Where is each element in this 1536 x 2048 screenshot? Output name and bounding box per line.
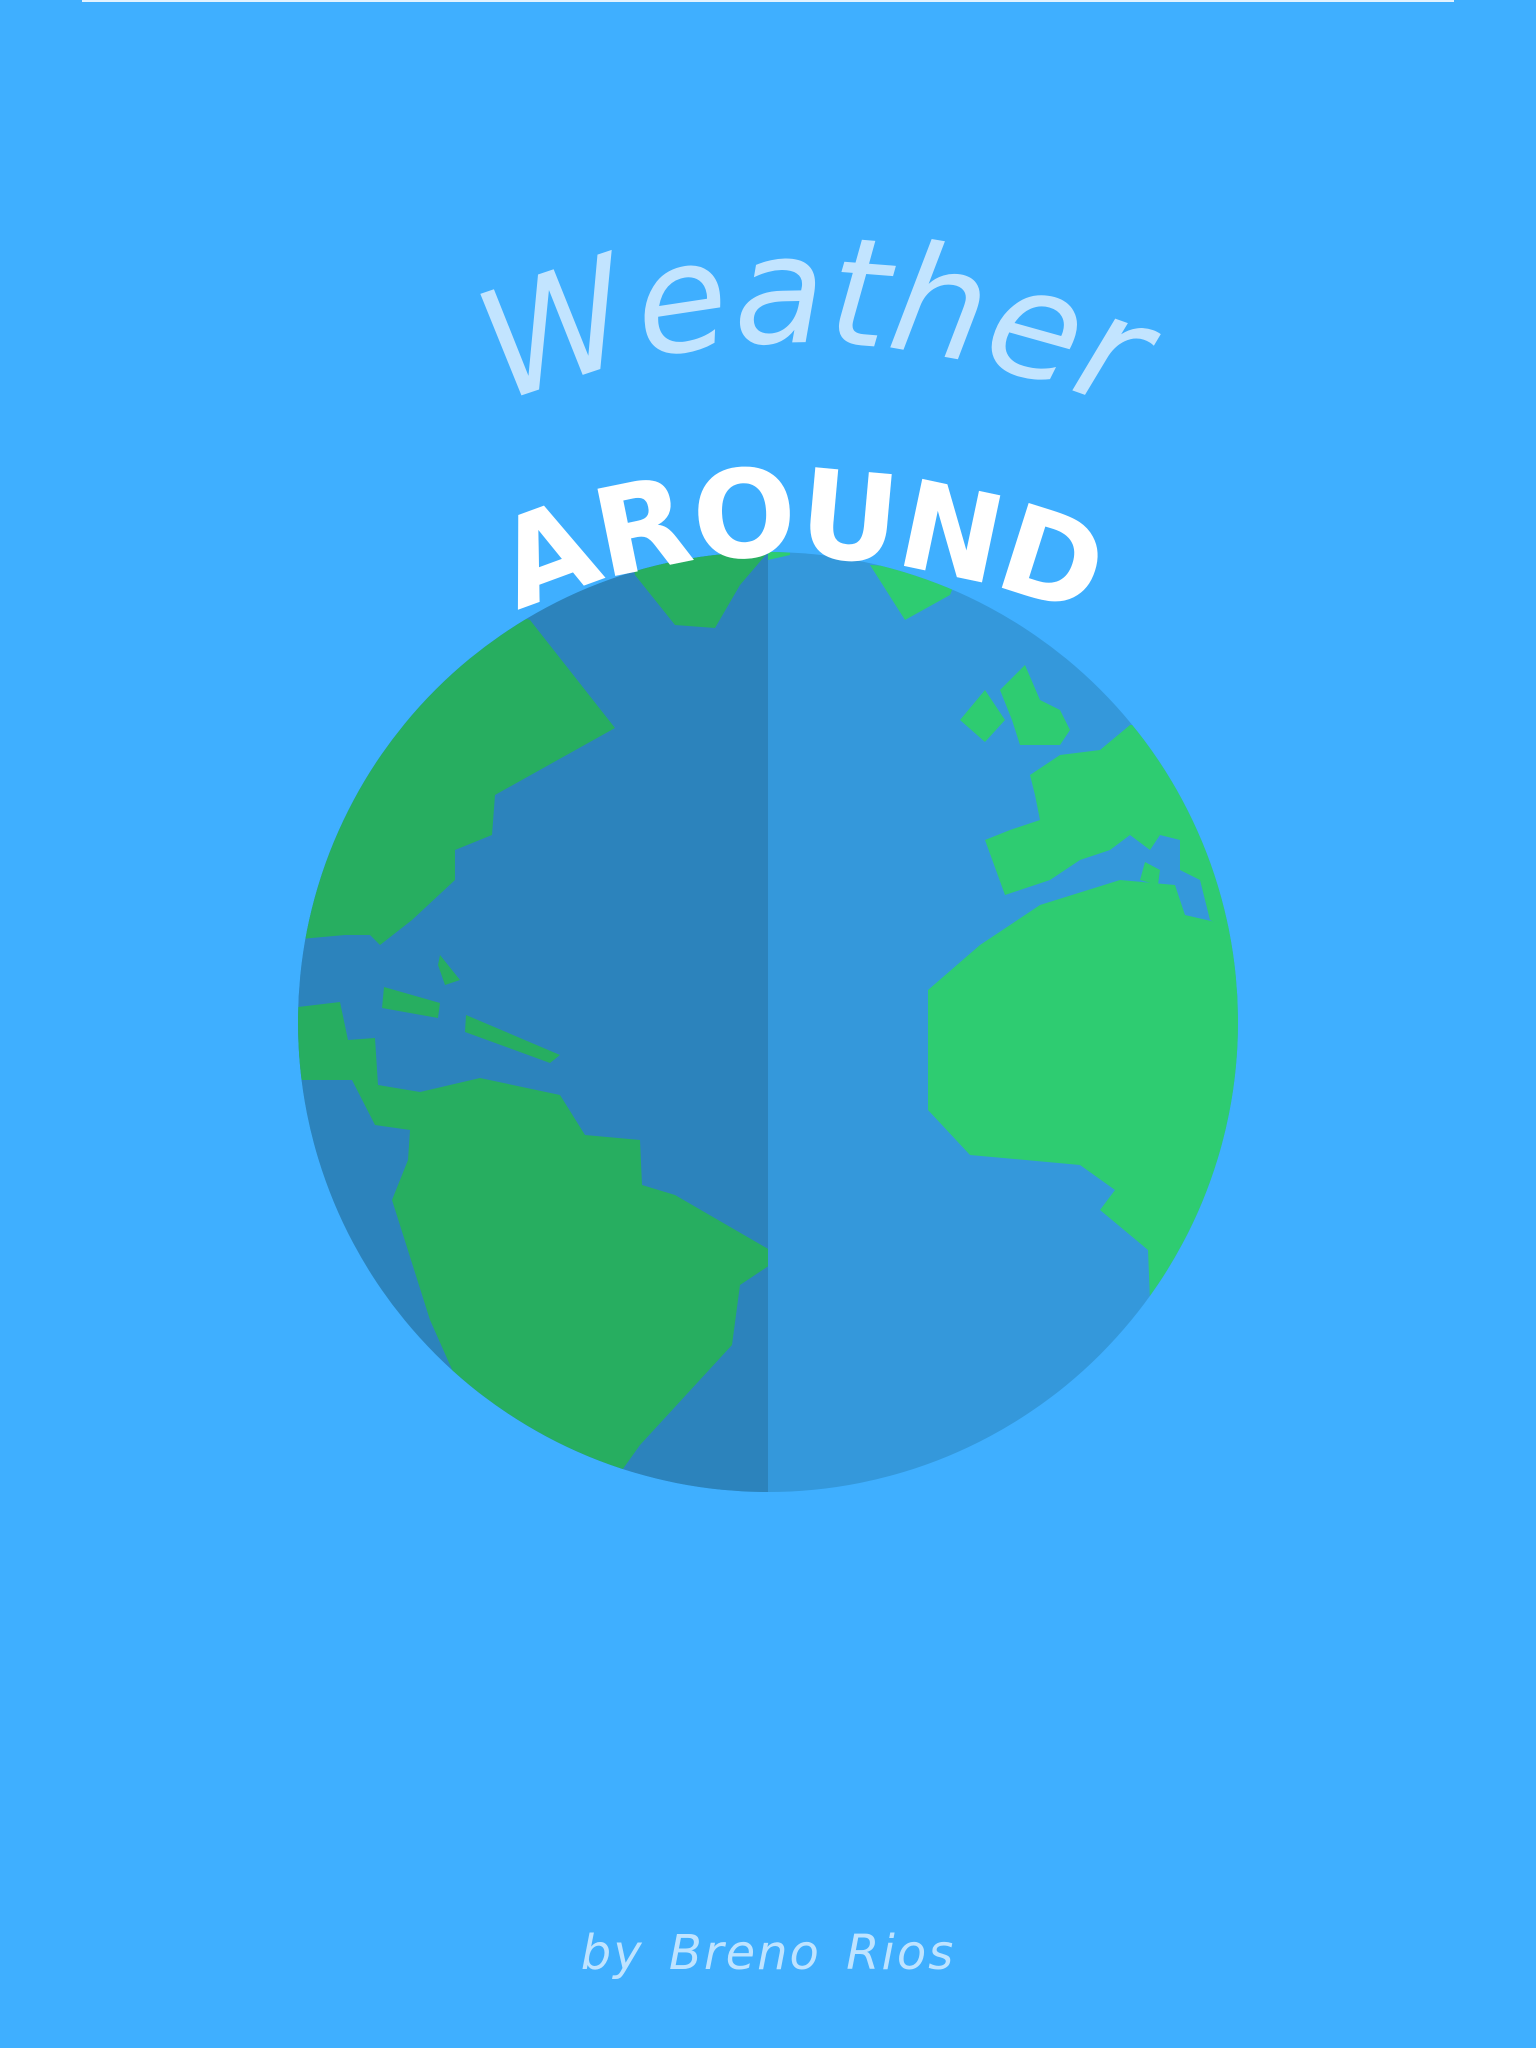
app-logo: Weather AROUND	[298, 204, 1238, 1492]
globe-icon	[298, 552, 1238, 1492]
title-weather: Weather	[458, 204, 1180, 446]
splash-screen: Weather AROUND by Breno Rios	[0, 0, 1536, 2048]
author-byline: by Breno Rios	[580, 1925, 956, 1981]
